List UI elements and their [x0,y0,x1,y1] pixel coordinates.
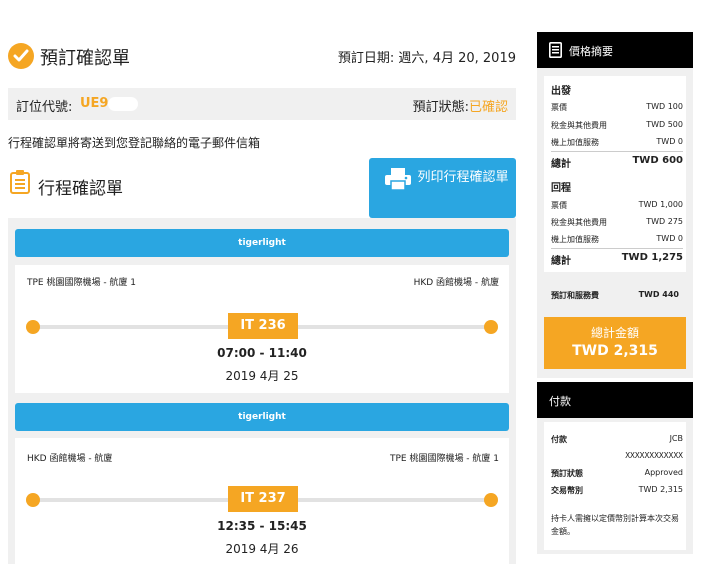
return-addon-row: 機上加值服務 TWD 0 [551,234,683,244]
fare-breakdown-panel: 出發 票價 TWD 100 稅金與其他費用 TWD 500 機上加值服務 TWD 0 … [544,76,686,272]
booking-status-value: 已確認 [468,100,508,115]
itinerary-header: 行程確認單 列印行程確認單 [8,158,516,218]
departure-dot [26,320,40,334]
flight-segments: tigerlight TPE 桃園國際機場 - 航廈 1 HKD 函館機場 - … [8,218,516,564]
arrival-dot [484,320,498,334]
price-summary-title: 價格摘要 [569,45,613,58]
outbound-fare-row: 票價 TWD 100 [551,102,683,112]
clipboard-icon [10,170,30,198]
grand-total-box: 總計金額 TWD 2,315 [544,317,686,369]
return-tax-row: 稅金與其他費用 TWD 275 [551,217,683,227]
document-icon [549,42,562,62]
booking-status-label: 預訂狀態: [412,100,469,115]
page-title: 預訂確認單 [40,48,130,69]
flight-segment-card: HKD 函館機場 - 航廈 TPE 桃園國際機場 - 航廈 1 IT 237 1… [15,438,509,564]
payment-method-row: 付款 JCB [551,434,683,444]
grand-total-value: TWD 2,315 [572,343,658,359]
flight-times: 07:00 - 11:40 [217,346,307,360]
booking-reference-label: 訂位代號: [16,100,73,115]
service-fee-row: 預訂和服務費 TWD 440 [551,290,679,300]
airline-bar: tigerlight [15,229,509,257]
booking-reference-bar: 訂位代號: UE9 預訂狀態:已確認 [8,88,516,120]
booking-date: 預訂日期: 週六, 4月 20, 2019 [337,51,516,66]
payment-panel: 付款 JCB XXXXXXXXXXXX 預訂狀態 Approved 交易幣別 TWD … [544,422,686,550]
price-summary-header: 價格摘要 [537,32,693,68]
outbound-tax-row: 稅金與其他費用 TWD 500 [551,120,683,130]
flight-times: 12:35 - 15:45 [217,519,307,533]
flight-date: 2019 4月 26 [225,542,299,556]
flight-number: IT 236 [228,313,298,339]
printer-icon [385,168,411,194]
divider [551,151,683,152]
arrival-dot [484,493,498,507]
arrival-airport: HKD 函館機場 - 航廈 [413,278,499,288]
email-notice: 行程確認單將寄送到您登記聯絡的電子郵件信箱 [8,136,261,150]
payment-body: 付款 JCB XXXXXXXXXXXX 預訂狀態 Approved 交易幣別 TWD … [537,418,693,554]
booking-reference-code: UE9 [80,96,109,111]
payment-header: 付款 [537,382,693,418]
flight-segment-card: TPE 桃園國際機場 - 航廈 1 HKD 函館機場 - 航廈 IT 236 0… [15,265,509,393]
check-circle-icon [8,43,34,69]
divider [551,248,683,249]
return-fare-row: 票價 TWD 1,000 [551,200,683,210]
arrival-airport: TPE 桃園國際機場 - 航廈 1 [389,454,499,464]
main-content: 預訂確認單 預訂日期: 週六, 4月 20, 2019 訂位代號: UE9 預訂… [8,0,516,564]
departure-airport: HKD 函館機場 - 航廈 [27,454,113,464]
card-number-row: XXXXXXXXXXXX [625,451,683,460]
departure-dot [26,493,40,507]
departure-airport: TPE 桃園國際機場 - 航廈 1 [27,278,137,288]
itinerary-title: 行程確認單 [38,179,123,199]
redaction-mask [108,97,138,111]
flight-number: IT 237 [228,486,298,512]
confirmation-header: 預訂確認單 預訂日期: 週六, 4月 20, 2019 [8,43,516,69]
transaction-currency-row: 交易幣別 TWD 2,315 [551,485,683,495]
outbound-addon-row: 機上加值服務 TWD 0 [551,137,683,147]
print-itinerary-button[interactable]: 列印行程確認單 [369,158,516,218]
print-itinerary-label: 列印行程確認單 [417,170,509,185]
payment-note: 持卡人需擁以定價幣別計算本次交易金額。 [551,514,679,536]
grand-total-label: 總計金額 [590,326,639,340]
return-title: 回程 [551,183,571,194]
booking-status: 預訂狀態:已確認 [413,96,508,115]
payment-title: 付款 [549,395,571,408]
outbound-total-row: 總計 TWD 600 [551,155,683,170]
sidebar: 價格摘要 出發 票價 TWD 100 稅金與其他費用 TWD 500 機上加值服務 T… [537,0,693,564]
flight-date: 2019 4月 25 [225,369,299,383]
price-summary-body: 出發 票價 TWD 100 稅金與其他費用 TWD 500 機上加值服務 TWD 0 … [537,68,693,378]
return-total-row: 總計 TWD 1,275 [551,252,683,267]
outbound-title: 出發 [551,86,571,97]
payment-status-row: 預訂狀態 Approved [551,468,683,478]
airline-bar: tigerlight [15,403,509,431]
